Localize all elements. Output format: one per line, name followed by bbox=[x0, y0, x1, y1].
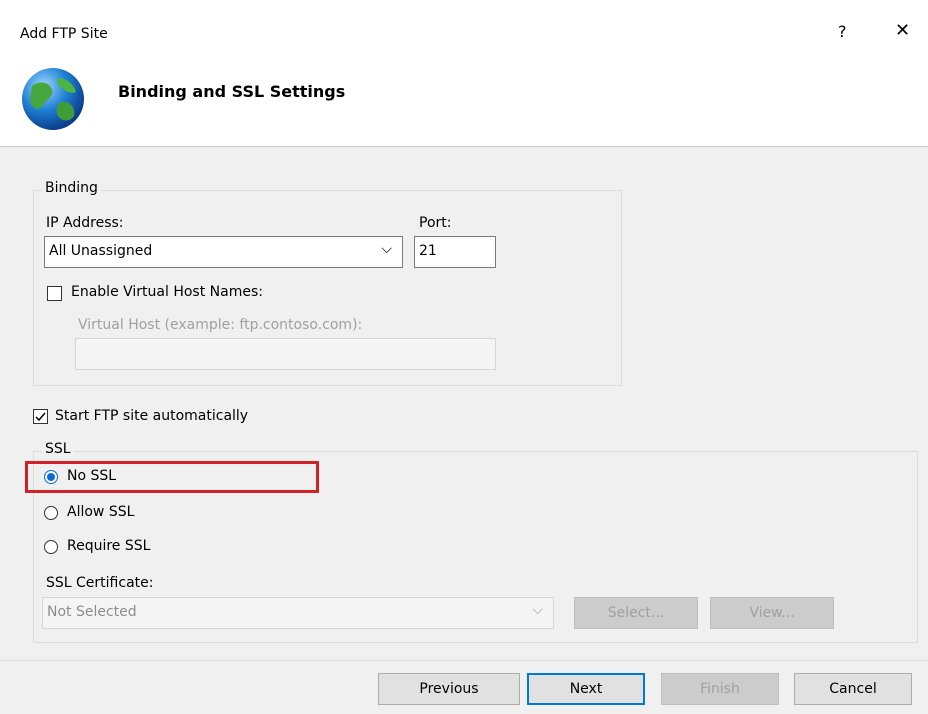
enable-virtual-host-checkbox[interactable] bbox=[47, 286, 62, 301]
checkmark-icon bbox=[35, 412, 46, 422]
ssl-certificate-dropdown[interactable]: Not Selected ⌵ bbox=[42, 597, 554, 629]
require-ssl-radio[interactable] bbox=[44, 540, 58, 554]
allow-ssl-label: Allow SSL bbox=[67, 504, 135, 520]
chevron-down-icon: ⌵ bbox=[532, 602, 543, 618]
select-certificate-button[interactable]: Select... bbox=[574, 597, 698, 629]
page-heading: Binding and SSL Settings bbox=[118, 82, 346, 101]
previous-button[interactable]: Previous bbox=[378, 673, 520, 705]
title-bar bbox=[0, 0, 928, 50]
help-button[interactable]: ? bbox=[838, 22, 847, 41]
require-ssl-label: Require SSL bbox=[67, 538, 151, 554]
ip-address-value: All Unassigned bbox=[49, 243, 153, 259]
start-ftp-label: Start FTP site automatically bbox=[55, 408, 249, 424]
window-title: Add FTP Site bbox=[20, 26, 108, 42]
view-certificate-button[interactable]: View... bbox=[710, 597, 834, 629]
close-button[interactable]: ✕ bbox=[895, 20, 910, 41]
ssl-group-label: SSL bbox=[42, 441, 74, 457]
start-ftp-checkbox[interactable] bbox=[33, 409, 48, 424]
port-label: Port: bbox=[419, 215, 452, 231]
ip-address-dropdown[interactable]: All Unassigned ⌵ bbox=[44, 236, 403, 268]
virtual-host-label: Virtual Host (example: ftp.contoso.com): bbox=[78, 317, 363, 333]
port-input[interactable]: 21 bbox=[414, 236, 496, 268]
no-ssl-highlight-box bbox=[25, 461, 319, 493]
chevron-down-icon: ⌵ bbox=[381, 241, 392, 257]
globe-icon bbox=[20, 66, 86, 132]
ssl-certificate-value: Not Selected bbox=[47, 604, 137, 620]
footer-separator bbox=[0, 660, 928, 661]
ip-address-label: IP Address: bbox=[46, 215, 124, 231]
binding-group-label: Binding bbox=[42, 180, 101, 196]
allow-ssl-radio[interactable] bbox=[44, 506, 58, 520]
enable-virtual-host-label: Enable Virtual Host Names: bbox=[71, 284, 263, 300]
finish-button[interactable]: Finish bbox=[661, 673, 779, 705]
ssl-certificate-label: SSL Certificate: bbox=[46, 575, 154, 591]
port-value: 21 bbox=[419, 243, 437, 259]
ip-address-label-text: IP Address: bbox=[46, 215, 124, 231]
virtual-host-input[interactable] bbox=[75, 338, 496, 370]
cancel-button[interactable]: Cancel bbox=[794, 673, 912, 705]
next-button[interactable]: Next bbox=[527, 673, 645, 705]
